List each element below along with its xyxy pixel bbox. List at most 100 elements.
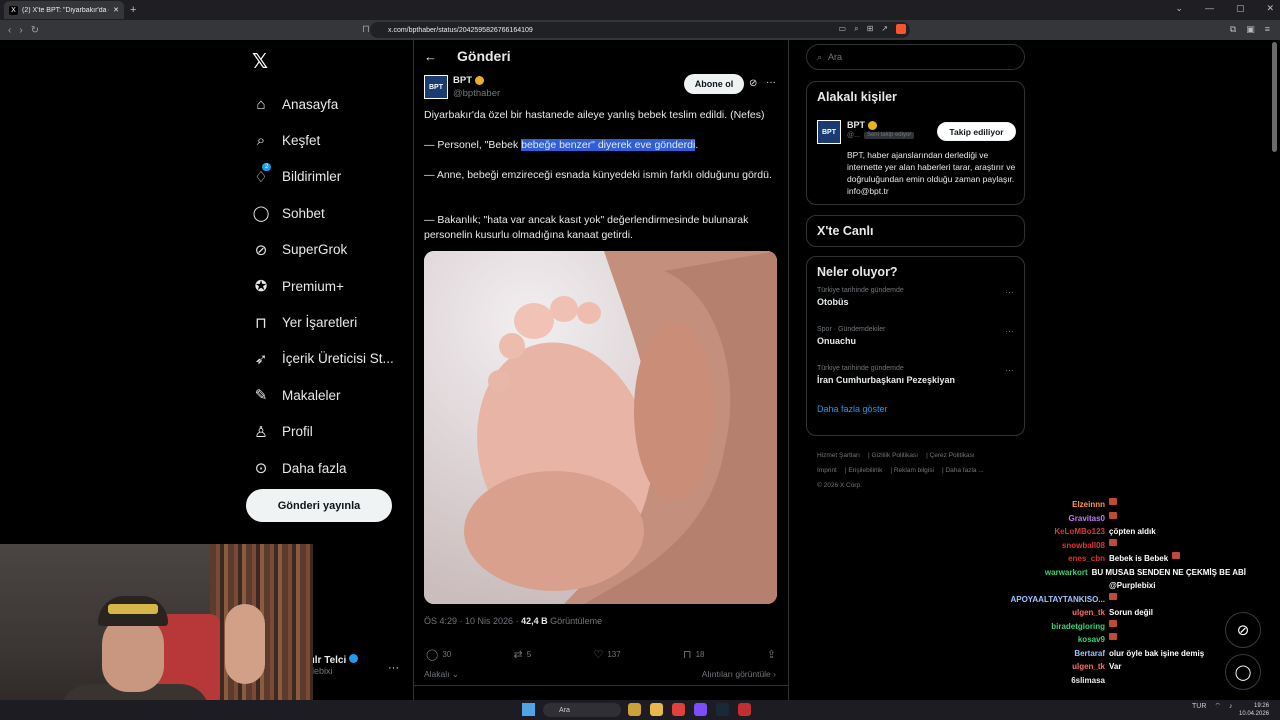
bookmark-page-icon[interactable]: ⊓ (362, 24, 370, 35)
author-name[interactable]: BPT (453, 75, 472, 86)
sidebar-toggle-icon[interactable]: ▣ (1246, 24, 1255, 35)
app-icon[interactable] (738, 703, 751, 716)
show-more-link[interactable]: Daha fazla göster (807, 404, 1024, 424)
footer-link[interactable]: Hizmet Şartları (817, 452, 860, 459)
sidebar-item-explore[interactable]: ⌕ Keşfet (250, 122, 394, 158)
maximize-icon[interactable]: ▢ (1236, 3, 1245, 14)
close-tab-icon[interactable]: ✕ (113, 6, 119, 14)
x-logo-icon[interactable]: 𝕏 (252, 49, 268, 74)
post-time[interactable]: ÖS 4:29 · 10 Nis 2026 · (424, 616, 521, 626)
post-more-icon[interactable]: ··· (766, 77, 776, 88)
chat-message: snowball08 (970, 538, 1246, 553)
subscribe-button[interactable]: Abone ol (684, 74, 744, 94)
footer-link[interactable]: Erişilebilirlik (848, 467, 882, 474)
sidebar-item-creator-studio[interactable]: ➶ İçerik Üreticisi St... (250, 341, 394, 377)
live-card[interactable]: X'te Canlı (806, 215, 1025, 247)
translate-icon[interactable]: ⊞ (867, 24, 874, 34)
extensions-icon[interactable]: ⧉ (1230, 24, 1236, 35)
footer-link[interactable]: Imprint (817, 467, 837, 474)
new-tab-icon[interactable]: + (130, 4, 136, 16)
post-author[interactable]: BPT @bpthaber (453, 75, 500, 99)
system-clock[interactable]: 19:26 10.04.2026 (1239, 702, 1269, 718)
messages-float-button[interactable]: ◯ (1225, 654, 1261, 690)
post-text-line: — Personel, "Bebek bebeğe benzer" diyere… (424, 139, 699, 151)
tab-search-icon[interactable]: ⌄ (1175, 3, 1183, 14)
taskbar-search[interactable]: Ara (543, 703, 621, 717)
cast-icon[interactable]: ▭ (839, 24, 847, 34)
share-button[interactable]: ⇪ (767, 648, 776, 661)
repost-icon: ⇄ (513, 649, 523, 661)
sort-dropdown[interactable]: Alakalı ⌄ (424, 669, 459, 680)
footer-link[interactable]: Daha fazla ... (945, 467, 983, 474)
trend-item[interactable]: Türkiye tarihinde gündemde Otobüs ··· (807, 287, 1024, 326)
chat-message: Gravitas0 (970, 511, 1246, 526)
reload-icon[interactable]: ↻ (31, 25, 39, 36)
related-name: BPT (847, 120, 877, 130)
scrollbar[interactable] (1272, 42, 1277, 152)
share-icon[interactable]: ↗ (881, 24, 888, 34)
back-arrow-icon[interactable]: ← (424, 49, 437, 64)
author-handle[interactable]: @bpthaber (453, 88, 500, 99)
sidebar-item-profile[interactable]: ♙ Profil (250, 414, 394, 450)
account-switcher[interactable]: ılr Telci lebixi (312, 654, 359, 676)
sidebar-item-bookmarks[interactable]: ⊓ Yer İşaretleri (250, 304, 394, 340)
trend-more-icon[interactable]: ··· (1005, 287, 1014, 297)
browser-tab[interactable]: X (2) X'te BPT: "Diyarbakır'da özel ✕ (4, 1, 124, 19)
minimize-icon[interactable]: — (1205, 3, 1214, 14)
close-window-icon[interactable]: ✕ (1266, 3, 1274, 14)
sidebar-item-premium[interactable]: ✪ Premium+ (250, 268, 394, 304)
back-nav-icon[interactable]: ‹ (8, 25, 11, 36)
folder-icon[interactable] (650, 703, 663, 716)
emote-icon (1109, 538, 1117, 546)
sidebar-item-notifications[interactable]: ♢ 2 Bildirimler (250, 159, 394, 195)
sidebar-nav: ⌂ Anasayfa ⌕ Keşfet ♢ 2 Bildirimler ◯ Sohbet … (250, 86, 394, 486)
footer-link[interactable]: Reklam bilgisi (894, 467, 934, 474)
sidebar-item-articles[interactable]: ✎ Makaleler (250, 377, 394, 413)
sidebar-item-more[interactable]: ⊙ Daha fazla (250, 450, 394, 486)
zoom-icon[interactable]: ⌕ (854, 24, 858, 34)
repost-button[interactable]: ⇄ 5 (514, 648, 532, 661)
footer-link[interactable]: Gizlilik Politikası (871, 452, 918, 459)
grok-icon[interactable]: ⊘ (749, 78, 757, 89)
avatar[interactable]: BPT (817, 120, 841, 144)
forward-nav-icon[interactable]: › (19, 25, 22, 36)
wifi-icon[interactable]: ⌔ (1214, 702, 1221, 711)
address-bar[interactable]: x.com/bpthaber/status/204259582676616410… (370, 22, 910, 38)
lang-indicator[interactable]: TUR (1192, 703, 1206, 710)
reply-button[interactable]: ◯ 30 (426, 648, 451, 661)
volume-icon[interactable]: ♪ (1229, 703, 1233, 710)
share-icon: ⇪ (766, 649, 776, 661)
trend-item[interactable]: Türkiye tarihinde gündemde İran Cumhurbaş… (807, 365, 1024, 404)
post-photo[interactable] (424, 251, 777, 604)
trend-item[interactable]: Spor · Gündemdekiler Onuachu ··· (807, 326, 1024, 365)
post-actions: ◯ 30 ⇄ 5 ♡ 137 ⊓ 18 ⇪ (426, 648, 776, 661)
brave-shield-icon[interactable] (896, 24, 906, 34)
bookmark-button[interactable]: ⊓ 18 (683, 648, 705, 661)
sidebar-item-home[interactable]: ⌂ Anasayfa (250, 86, 394, 122)
app-icon[interactable] (694, 703, 707, 716)
sidebar-item-label: Makaleler (282, 387, 341, 403)
trend-more-icon[interactable]: ··· (1005, 365, 1014, 375)
verified-icon (349, 654, 359, 663)
chat-message: KeLoMBo123 çöpten aldık (1054, 527, 1156, 536)
app-icon[interactable] (628, 703, 641, 716)
premium-icon: ✪ (254, 278, 268, 296)
footer-link[interactable]: Çerez Politikası (930, 452, 975, 459)
view-quotes-link[interactable]: Alıntıları görüntüle › (702, 669, 776, 680)
search-input[interactable]: ⌕ Ara (806, 44, 1025, 70)
brave-icon[interactable] (672, 703, 685, 716)
sidebar-item-chat[interactable]: ◯ Sohbet (250, 195, 394, 231)
sidebar-item-label: İçerik Üreticisi St... (282, 351, 394, 367)
steam-icon[interactable] (716, 703, 729, 716)
trend-more-icon[interactable]: ··· (1005, 326, 1014, 336)
like-button[interactable]: ♡ 137 (593, 648, 620, 661)
sidebar-item-supergrok[interactable]: ⊘ SuperGrok (250, 232, 394, 268)
avatar[interactable]: BPT (424, 75, 448, 99)
grok-float-button[interactable]: ⊘ (1225, 612, 1261, 648)
menu-icon[interactable]: ≡ (1265, 24, 1270, 35)
windows-start-icon[interactable] (522, 703, 535, 716)
post-button[interactable]: Gönderi yayınla (246, 489, 392, 522)
account-more-icon[interactable]: ··· (388, 662, 399, 674)
following-button[interactable]: Takip ediliyor (937, 122, 1016, 141)
person-icon: ♙ (254, 423, 268, 441)
